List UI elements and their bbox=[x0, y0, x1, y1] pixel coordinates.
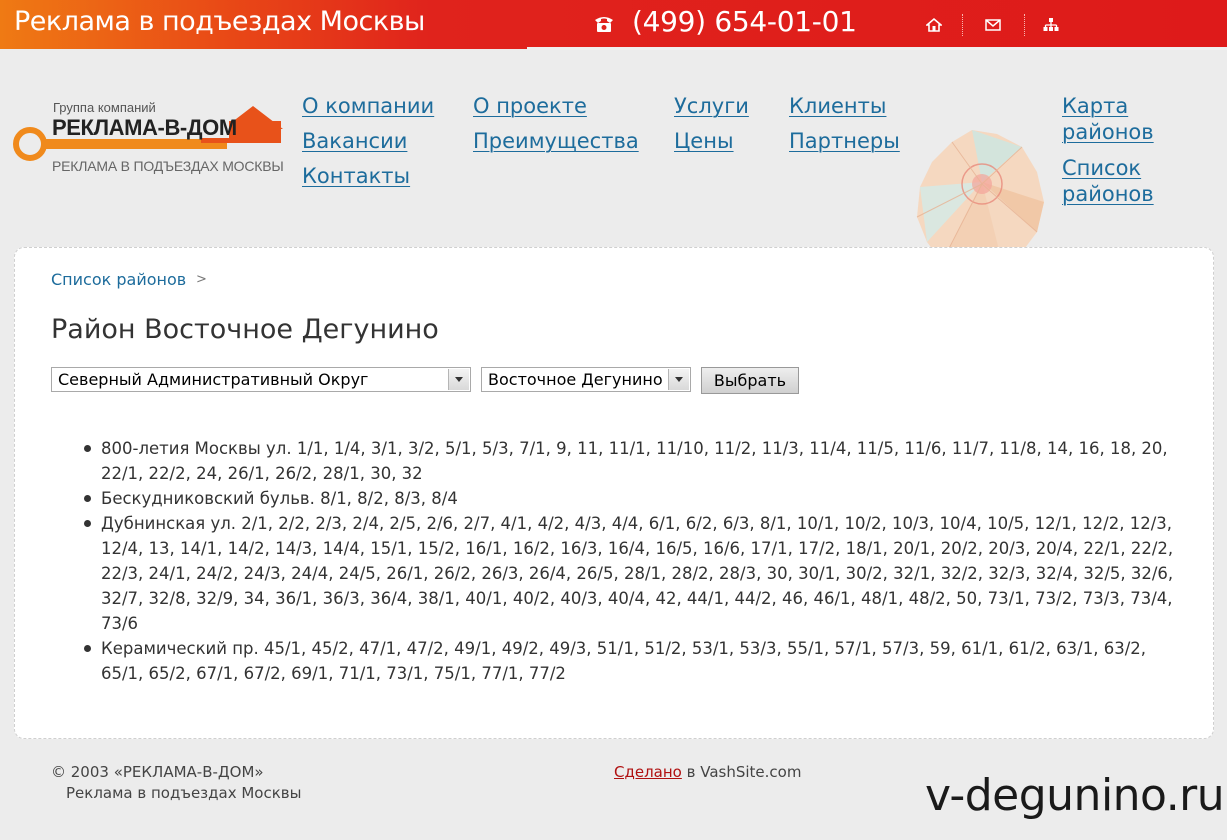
list-item: 800-летия Москвы ул. 1/1, 1/4, 3/1, 3/2,… bbox=[80, 436, 1190, 486]
logo-subtitle: РЕКЛАМА В ПОДЪЕЗДАХ МОСКВЫ bbox=[52, 158, 284, 174]
top-bar-divider bbox=[527, 47, 1227, 50]
nav-vacancies[interactable]: Вакансии bbox=[302, 129, 407, 153]
nav-district-list[interactable]: Список bbox=[1062, 156, 1141, 180]
list-item: Бескудниковский бульв. 8/1, 8/2, 8/3, 8/… bbox=[80, 486, 1190, 511]
nav-district-map[interactable]: Карта bbox=[1062, 94, 1128, 118]
list-item: Дубнинская ул. 2/1, 2/2, 2/3, 2/4, 2/5, … bbox=[80, 511, 1190, 636]
chevron-down-icon[interactable] bbox=[668, 369, 689, 390]
copyright-subtitle: Реклама в подъездах Москвы bbox=[66, 784, 302, 802]
nav-district-list-line2[interactable]: районов bbox=[1062, 182, 1154, 206]
watermark: v-degunino.ru bbox=[925, 770, 1225, 821]
sitemap-icon[interactable] bbox=[1043, 17, 1059, 33]
logo-name[interactable]: РЕКЛАМА-В-ДОМ bbox=[52, 115, 237, 141]
nav-project[interactable]: О проекте bbox=[473, 94, 587, 118]
phone-icon bbox=[595, 17, 613, 32]
mail-icon[interactable] bbox=[985, 17, 1001, 33]
nav-contacts[interactable]: Контакты bbox=[302, 164, 410, 188]
home-icon[interactable] bbox=[926, 17, 942, 33]
logo-group-label: Группа компаний bbox=[53, 100, 156, 115]
nav-advantages[interactable]: Преимущества bbox=[473, 129, 639, 153]
nav-about[interactable]: О компании bbox=[302, 94, 434, 118]
page-title: Район Восточное Дегунино bbox=[51, 314, 439, 345]
made-by-text: в VashSite.com bbox=[681, 763, 802, 781]
breadcrumb-separator: > bbox=[196, 272, 207, 287]
okrug-select[interactable]: Северный Административный Округ bbox=[51, 367, 471, 392]
site-title: Реклама в подъездах Москвы bbox=[14, 6, 425, 37]
district-select[interactable]: Восточное Дегунино bbox=[481, 367, 691, 392]
top-icon-divider bbox=[962, 14, 963, 36]
made-by-link[interactable]: Сделано bbox=[614, 763, 682, 781]
nav-services[interactable]: Услуги bbox=[674, 94, 749, 118]
breadcrumb-districts-link[interactable]: Список районов bbox=[51, 270, 186, 289]
nav-clients[interactable]: Клиенты bbox=[789, 94, 886, 118]
top-icon-divider bbox=[1024, 14, 1025, 36]
okrug-select-value: Северный Административный Округ bbox=[58, 370, 369, 389]
nav-prices[interactable]: Цены bbox=[674, 129, 734, 153]
nav-partners[interactable]: Партнеры bbox=[789, 129, 900, 153]
list-item: Керамический пр. 45/1, 45/2, 47/1, 47/2,… bbox=[80, 636, 1190, 686]
select-button[interactable]: Выбрать bbox=[701, 367, 799, 394]
district-select-value: Восточное Дегунино bbox=[488, 370, 663, 389]
copyright: © 2003 «РЕКЛАМА-В-ДОМ» bbox=[51, 763, 264, 781]
nav-district-map-line2[interactable]: районов bbox=[1062, 120, 1154, 144]
address-list: 800-летия Москвы ул. 1/1, 1/4, 3/1, 3/2,… bbox=[80, 436, 1190, 686]
chevron-down-icon[interactable] bbox=[448, 369, 469, 390]
phone-number: (499) 654-01-01 bbox=[632, 5, 857, 38]
made-by: Сделано в VashSite.com bbox=[614, 763, 801, 781]
